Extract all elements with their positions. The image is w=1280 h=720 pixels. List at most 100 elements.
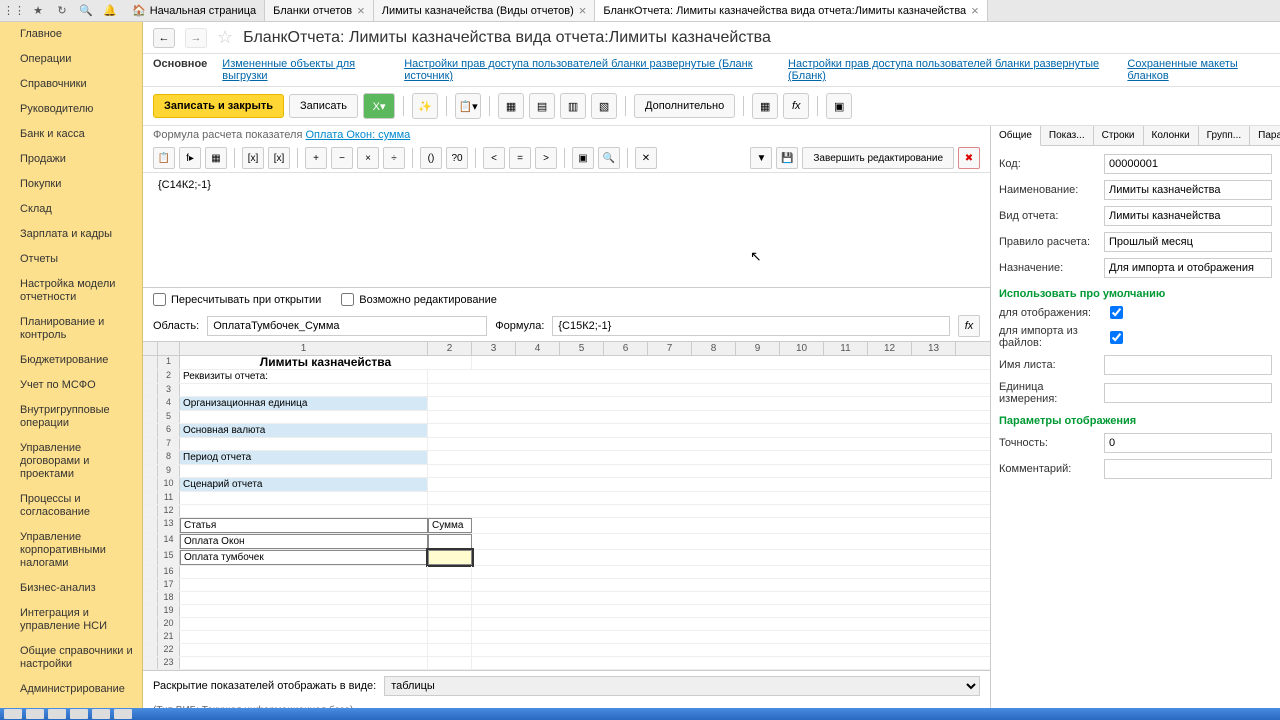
formula-input[interactable]	[552, 316, 950, 336]
section-link-1[interactable]: Измененные объекты для выгрузки	[222, 58, 389, 82]
taskbar[interactable]	[0, 708, 1280, 720]
ft-mult-icon[interactable]: ×	[357, 147, 379, 169]
tab-1[interactable]: Лимиты казначейства (Виды отчетов)×	[374, 0, 596, 21]
sidebar-item-3[interactable]: Руководителю	[0, 97, 142, 122]
sidebar-item-14[interactable]: Внутригрупповые операции	[0, 398, 142, 436]
recalc-checkbox[interactable]: Пересчитывать при открытии	[153, 293, 321, 306]
comment-field[interactable]	[1104, 459, 1272, 479]
tab-close-icon[interactable]: ×	[357, 3, 365, 18]
sidebar-item-19[interactable]: Интеграция и управление НСИ	[0, 601, 142, 639]
grid1-button[interactable]: ▦	[498, 93, 524, 119]
sidebar-item-8[interactable]: Зарплата и кадры	[0, 222, 142, 247]
sidebar-item-10[interactable]: Настройка модели отчетности	[0, 272, 142, 310]
spreadsheet[interactable]: 123456789101112131Лимиты казначейства2Ре…	[143, 342, 990, 670]
ft-help-icon[interactable]: ?0	[446, 147, 468, 169]
ft-x2-icon[interactable]: [x]	[268, 147, 290, 169]
ft-minus-icon[interactable]: −	[331, 147, 353, 169]
section-link-2[interactable]: Настройки прав доступа пользователей бла…	[404, 58, 773, 82]
code-field[interactable]	[1104, 154, 1272, 174]
sidebar-item-15[interactable]: Управление договорами и проектами	[0, 436, 142, 487]
ft-eq-icon[interactable]: =	[509, 147, 531, 169]
name-field[interactable]	[1104, 180, 1272, 200]
ft-save-icon[interactable]: 💾	[776, 147, 798, 169]
section-link-3[interactable]: Настройки прав доступа пользователей бла…	[788, 58, 1112, 82]
sidebar-item-18[interactable]: Бизнес-анализ	[0, 576, 142, 601]
section-link-0[interactable]: Основное	[153, 58, 207, 82]
home-tab[interactable]: 🏠 Начальная страница	[124, 0, 265, 21]
sidebar-item-1[interactable]: Операции	[0, 47, 142, 72]
ft-div-icon[interactable]: ÷	[383, 147, 405, 169]
sidebar-item-0[interactable]: Главное	[0, 22, 142, 47]
sidebar-item-6[interactable]: Покупки	[0, 172, 142, 197]
rp-tab-2[interactable]: Строки	[1094, 126, 1144, 145]
purpose-field[interactable]	[1104, 258, 1272, 278]
rp-tab-0[interactable]: Общие	[991, 126, 1041, 146]
star-icon[interactable]: ★	[26, 1, 50, 21]
tab-0[interactable]: Бланки отчетов×	[265, 0, 374, 21]
sidebar-item-2[interactable]: Справочники	[0, 72, 142, 97]
fx-button[interactable]: fx	[783, 93, 809, 119]
extra-button[interactable]: Дополнительно	[634, 94, 735, 118]
ft-plus-icon[interactable]: +	[305, 147, 327, 169]
ft-close-icon[interactable]: ✖	[958, 147, 980, 169]
grid3-button[interactable]: ▥	[560, 93, 586, 119]
tab-close-icon[interactable]: ×	[971, 3, 979, 18]
save-close-button[interactable]: Записать и закрыть	[153, 94, 284, 118]
sidebar-item-12[interactable]: Бюджетирование	[0, 348, 142, 373]
back-button[interactable]: ←	[153, 28, 175, 48]
sheet-field[interactable]	[1104, 355, 1272, 375]
unit-field[interactable]	[1104, 383, 1272, 403]
formula-editor[interactable]: {С14К2;-1}	[143, 173, 990, 288]
prec-field[interactable]	[1104, 433, 1272, 453]
ft-table-icon[interactable]: ▦	[205, 147, 227, 169]
rp-tab-5[interactable]: Пара...	[1250, 126, 1280, 145]
rp-tab-3[interactable]: Колонки	[1144, 126, 1199, 145]
history-icon[interactable]: ↻	[50, 1, 74, 21]
ft-parens-icon[interactable]: ()	[420, 147, 442, 169]
sidebar-item-20[interactable]: Общие справочники и настройки	[0, 639, 142, 677]
magic-button[interactable]: ✨	[412, 93, 438, 119]
ft-fx-icon[interactable]: f▸	[179, 147, 201, 169]
finish-edit-button[interactable]: Завершить редактирование	[802, 147, 954, 169]
sidebar-item-17[interactable]: Управление корпоративными налогами	[0, 525, 142, 576]
tab-2[interactable]: БланкОтчета: Лимиты казначейства вида от…	[595, 0, 987, 21]
tool-a-button[interactable]: ▦	[752, 93, 778, 119]
sidebar-item-11[interactable]: Планирование и контроль	[0, 310, 142, 348]
sidebar-item-16[interactable]: Процессы и согласование	[0, 487, 142, 525]
fx-cell-button[interactable]: fx	[958, 315, 980, 337]
sidebar-item-13[interactable]: Учет по МСФО	[0, 373, 142, 398]
rp-tab-1[interactable]: Показ...	[1041, 126, 1094, 145]
rule-field[interactable]	[1104, 232, 1272, 252]
section-link-4[interactable]: Сохраненные макеты бланков	[1127, 58, 1270, 82]
save-button[interactable]: Записать	[289, 94, 358, 118]
apps-icon[interactable]: ⋮⋮	[2, 1, 26, 21]
forward-button[interactable]: →	[185, 28, 207, 48]
display-mode-select[interactable]: таблицы	[384, 676, 980, 696]
tab-close-icon[interactable]: ×	[579, 3, 587, 18]
copy-button[interactable]: 📋▾	[455, 93, 481, 119]
sidebar-item-9[interactable]: Отчеты	[0, 247, 142, 272]
ft-lt-icon[interactable]: <	[483, 147, 505, 169]
rp-tab-4[interactable]: Групп...	[1199, 126, 1250, 145]
sidebar-item-5[interactable]: Продажи	[0, 147, 142, 172]
ft-del-icon[interactable]: ✕	[635, 147, 657, 169]
area-input[interactable]	[207, 316, 487, 336]
search-icon[interactable]: 🔍	[74, 1, 98, 21]
sidebar-item-21[interactable]: Администрирование	[0, 677, 142, 702]
ft-zoom-icon[interactable]: 🔍	[598, 147, 620, 169]
type-field[interactable]	[1104, 206, 1272, 226]
favorite-star-icon[interactable]: ☆	[217, 27, 233, 48]
tool-b-button[interactable]: ▣	[826, 93, 852, 119]
ft-gt-icon[interactable]: >	[535, 147, 557, 169]
editable-checkbox[interactable]: Возможно редактирование	[341, 293, 497, 306]
grid4-button[interactable]: ▧	[591, 93, 617, 119]
ft-paste-icon[interactable]: 📋	[153, 147, 175, 169]
sidebar-item-4[interactable]: Банк и касса	[0, 122, 142, 147]
ft-filter-icon[interactable]: ▼	[750, 147, 772, 169]
grid2-button[interactable]: ▤	[529, 93, 555, 119]
sidebar-item-7[interactable]: Склад	[0, 197, 142, 222]
bell-icon[interactable]: 🔔	[98, 1, 122, 21]
ft-x1-icon[interactable]: [x]	[242, 147, 264, 169]
excel-button[interactable]: X▾	[363, 93, 395, 119]
ft-win-icon[interactable]: ▣	[572, 147, 594, 169]
